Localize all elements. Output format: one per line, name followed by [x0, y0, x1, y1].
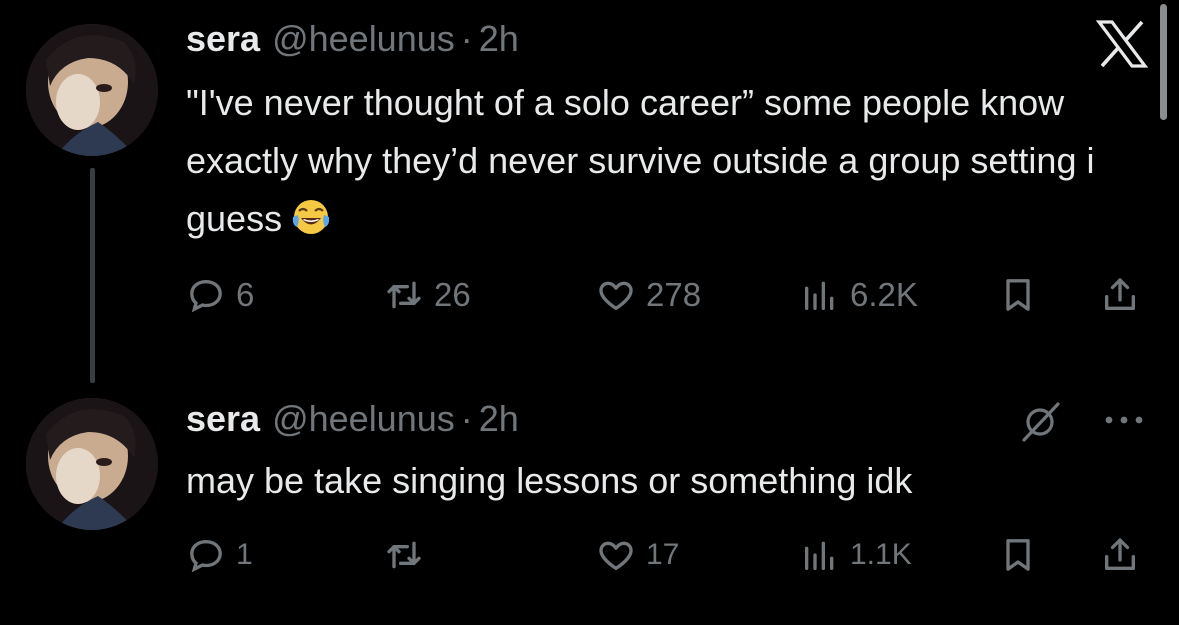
- views-count: 6.2K: [850, 276, 918, 313]
- tweet-header: sera @heelunus · 2h: [186, 398, 519, 442]
- like-button[interactable]: 17: [596, 530, 679, 580]
- x-logo-icon[interactable]: [1096, 20, 1148, 68]
- tweet-text: "I've never thought of a solo career” so…: [186, 74, 1126, 248]
- like-icon: [599, 541, 633, 570]
- separator-dot: ·: [460, 398, 473, 439]
- reply-button[interactable]: 6: [186, 270, 254, 320]
- avatar[interactable]: [26, 24, 158, 156]
- bookmark-button[interactable]: [998, 530, 1038, 580]
- like-count: 278: [646, 276, 702, 313]
- share-icon: [1105, 538, 1135, 570]
- scrollbar[interactable]: [1160, 4, 1167, 120]
- tweet-body: may be take singing lessons or something…: [186, 460, 913, 501]
- retweet-button[interactable]: 26: [384, 270, 471, 320]
- user-handle[interactable]: @heelunus: [272, 398, 455, 440]
- timestamp[interactable]: 2h: [479, 398, 519, 440]
- tweet-header: sera @heelunus · 2h: [186, 18, 519, 62]
- reply-count: 1: [236, 538, 253, 571]
- retweet-button[interactable]: [384, 530, 434, 580]
- like-button[interactable]: 278: [596, 270, 701, 320]
- reply-button[interactable]: 1: [186, 530, 253, 580]
- views-button[interactable]: 6.2K: [800, 270, 918, 320]
- bookmark-icon: [1006, 279, 1030, 311]
- display-name[interactable]: sera: [186, 398, 260, 440]
- retweet-icon: [387, 541, 421, 569]
- face-with-tears-of-joy-icon: [290, 195, 332, 237]
- separator-dot: ·: [460, 18, 473, 59]
- like-icon: [599, 281, 633, 310]
- share-button[interactable]: [1100, 270, 1140, 320]
- share-button[interactable]: [1100, 530, 1140, 580]
- bookmark-button[interactable]: [998, 270, 1038, 320]
- tweet[interactable]: sera @heelunus · 2h "I've never thought …: [0, 0, 1179, 383]
- share-icon: [1105, 278, 1135, 310]
- action-bar: 6 26 278 6.2K: [186, 270, 1146, 320]
- timestamp[interactable]: 2h: [479, 18, 519, 60]
- views-icon: [805, 541, 834, 570]
- avatar[interactable]: [26, 398, 158, 530]
- grok-icon[interactable]: [1018, 400, 1062, 444]
- action-bar: 1 17 1.1K: [186, 530, 1146, 580]
- tweet-text: may be take singing lessons or something…: [186, 452, 1126, 510]
- user-handle[interactable]: @heelunus: [272, 18, 455, 60]
- reply-icon: [190, 279, 222, 313]
- retweet-count: 26: [434, 276, 471, 313]
- retweet-icon: [387, 281, 421, 309]
- reply-count: 6: [236, 276, 255, 313]
- like-count: 17: [646, 538, 680, 571]
- reply-icon: [190, 539, 222, 573]
- tweet[interactable]: sera @heelunus · 2h may be take singing …: [0, 380, 1179, 625]
- bookmark-icon: [1006, 539, 1030, 571]
- views-count: 1.1K: [850, 538, 912, 571]
- more-icon[interactable]: [1102, 410, 1146, 430]
- views-button[interactable]: 1.1K: [800, 530, 912, 580]
- thread-line: [90, 168, 95, 383]
- display-name[interactable]: sera: [186, 18, 260, 60]
- views-icon: [805, 281, 834, 310]
